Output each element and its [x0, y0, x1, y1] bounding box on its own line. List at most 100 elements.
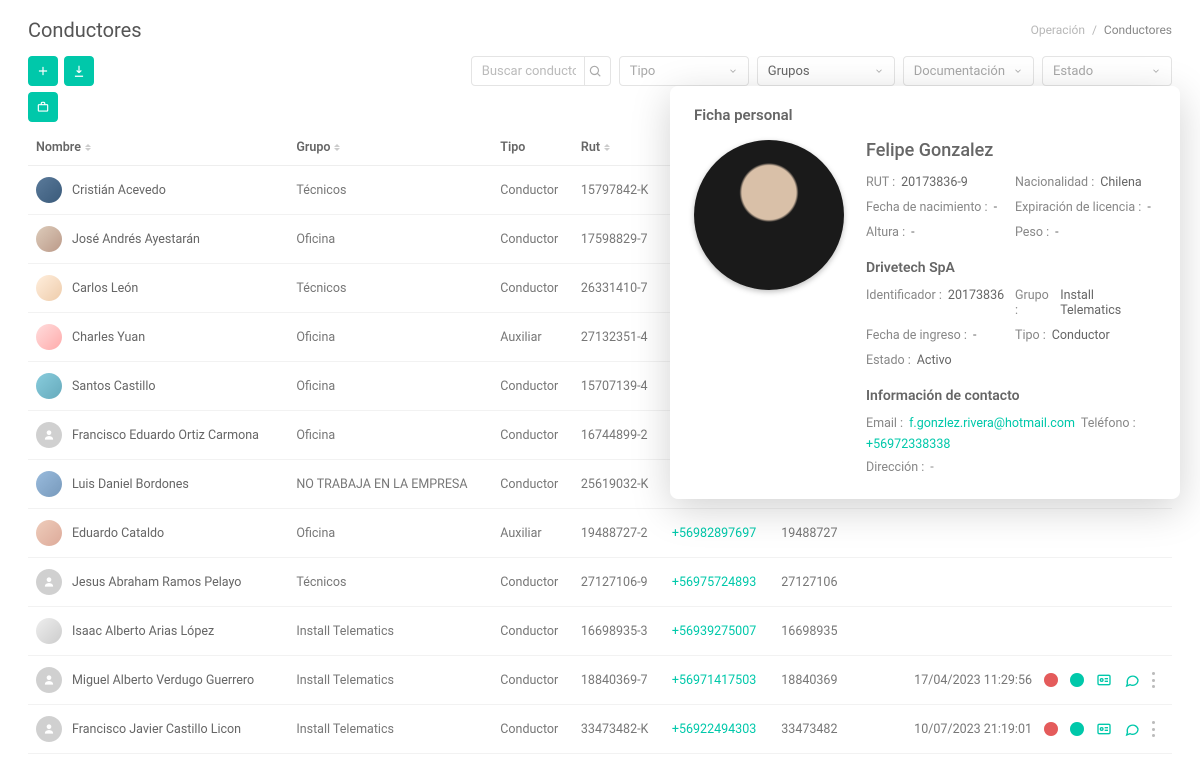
driver-name: Isaac Alberto Arias López — [72, 624, 214, 639]
filter-tipo[interactable]: Tipo — [619, 56, 749, 86]
driver-group: NO TRABAJA EN LA EMPRESA — [288, 460, 492, 509]
driver-phone[interactable]: +56971417503 — [664, 656, 773, 705]
chevron-down-icon — [1151, 66, 1161, 76]
chat-icon[interactable] — [1124, 721, 1140, 737]
driver-type: Conductor — [492, 460, 573, 509]
avatar — [36, 324, 62, 350]
col-tipo[interactable]: Tipo — [492, 130, 573, 166]
col-rut[interactable]: Rut — [573, 130, 664, 166]
status-dot-green — [1070, 673, 1084, 687]
driver-type: Auxiliar — [492, 509, 573, 558]
table-row[interactable]: Eduardo Cataldo Oficina Auxiliar 1948872… — [28, 509, 1172, 558]
driver-group: Técnicos — [288, 166, 492, 215]
driver-rut: 33473482-K — [573, 705, 664, 754]
filter-estado[interactable]: Estado — [1042, 56, 1172, 86]
table-row[interactable]: Francisco Javier Castillo Licon Install … — [28, 705, 1172, 754]
driver-type: Conductor — [492, 411, 573, 460]
breadcrumb: Operación / Conductores — [1031, 23, 1172, 37]
avatar — [36, 618, 62, 644]
driver-rut: 27127106-9 — [573, 558, 664, 607]
driver-id: 16698935 — [773, 607, 852, 656]
avatar — [36, 569, 62, 595]
driver-group: Técnicos — [288, 558, 492, 607]
driver-id: 33473482 — [773, 705, 852, 754]
kebab-menu[interactable] — [1152, 721, 1156, 737]
driver-rut: 16744899-2 — [573, 411, 664, 460]
table-row[interactable]: Isaac Alberto Arias López Install Telema… — [28, 607, 1172, 656]
driver-name: José Andrés Ayestarán — [72, 232, 200, 247]
row-date: 10/07/2023 21:19:01 — [914, 722, 1032, 737]
driver-name: Francisco Eduardo Ortiz Carmona — [72, 428, 259, 443]
download-icon — [72, 64, 86, 78]
filter-documentacion[interactable]: Documentación — [903, 56, 1034, 86]
chat-icon[interactable] — [1124, 672, 1140, 688]
driver-type: Conductor — [492, 362, 573, 411]
avatar — [36, 422, 62, 448]
driver-group: Oficina — [288, 215, 492, 264]
popover-title: Ficha personal — [694, 106, 1156, 124]
company-name: Drivetech SpA — [866, 260, 1156, 276]
driver-rut: 26331410-7 — [573, 264, 664, 313]
driver-name: Jesus Abraham Ramos Pelayo — [72, 575, 241, 590]
driver-rut: 25619032-K — [573, 460, 664, 509]
driver-id: 19488727 — [773, 509, 852, 558]
status-dot-green — [1070, 722, 1084, 736]
driver-phone[interactable]: +56982897697 — [664, 509, 773, 558]
driver-type: Conductor — [492, 705, 573, 754]
chevron-down-icon — [728, 66, 738, 76]
phone-link[interactable]: +56972338338 — [866, 437, 950, 452]
driver-type: Auxiliar — [492, 313, 573, 362]
add-button[interactable] — [28, 56, 58, 86]
avatar — [36, 716, 62, 742]
avatar — [694, 140, 844, 290]
driver-phone[interactable]: +56922494303 — [664, 705, 773, 754]
person-name: Felipe Gonzalez — [866, 140, 1156, 161]
search-button[interactable] — [584, 57, 606, 85]
driver-id: 18840369 — [773, 656, 852, 705]
archive-button[interactable] — [28, 92, 58, 122]
filter-grupos[interactable]: Grupos — [757, 56, 895, 86]
driver-phone[interactable]: +56939275007 — [664, 607, 773, 656]
search-box[interactable] — [471, 56, 611, 86]
driver-name: Santos Castillo — [72, 379, 156, 394]
driver-group: Oficina — [288, 411, 492, 460]
driver-rut: 18840369-7 — [573, 656, 664, 705]
driver-popover: Ficha personal Felipe Gonzalez RUT :2017… — [670, 86, 1180, 499]
avatar — [36, 177, 62, 203]
driver-type: Conductor — [492, 558, 573, 607]
driver-rut: 15707139-4 — [573, 362, 664, 411]
col-grupo[interactable]: Grupo — [288, 130, 492, 166]
driver-type: Conductor — [492, 166, 573, 215]
plus-icon — [36, 64, 50, 78]
kebab-menu[interactable] — [1152, 672, 1156, 688]
driver-group: Oficina — [288, 362, 492, 411]
driver-name: Miguel Alberto Verdugo Guerrero — [72, 673, 254, 688]
driver-rut: 16698935-3 — [573, 607, 664, 656]
card-icon[interactable] — [1096, 672, 1112, 688]
driver-name: Luis Daniel Bordones — [72, 477, 189, 492]
driver-rut: 19488727-2 — [573, 509, 664, 558]
table-row[interactable]: Jesus Abraham Ramos Pelayo Técnicos Cond… — [28, 558, 1172, 607]
email-link[interactable]: f.gonzlez.rivera@hotmail.com — [909, 416, 1075, 431]
card-icon[interactable] — [1096, 721, 1112, 737]
avatar — [36, 275, 62, 301]
briefcase-icon — [36, 100, 50, 114]
driver-rut: 17598829-7 — [573, 215, 664, 264]
driver-phone[interactable]: +56975724893 — [664, 558, 773, 607]
driver-group: Técnicos — [288, 264, 492, 313]
avatar — [36, 373, 62, 399]
breadcrumb-parent[interactable]: Operación — [1031, 23, 1085, 37]
search-input[interactable] — [482, 64, 576, 79]
download-button[interactable] — [64, 56, 94, 86]
contact-section-title: Información de contacto — [866, 388, 1156, 404]
driver-group: Install Telematics — [288, 656, 492, 705]
driver-name: Eduardo Cataldo — [72, 526, 164, 541]
col-nombre[interactable]: Nombre — [28, 130, 288, 166]
driver-type: Conductor — [492, 607, 573, 656]
driver-rut: 15797842-K — [573, 166, 664, 215]
row-date: 17/04/2023 11:29:56 — [914, 673, 1032, 688]
driver-group: Oficina — [288, 313, 492, 362]
avatar — [36, 520, 62, 546]
table-row[interactable]: Miguel Alberto Verdugo Guerrero Install … — [28, 656, 1172, 705]
driver-name: Carlos León — [72, 281, 138, 296]
